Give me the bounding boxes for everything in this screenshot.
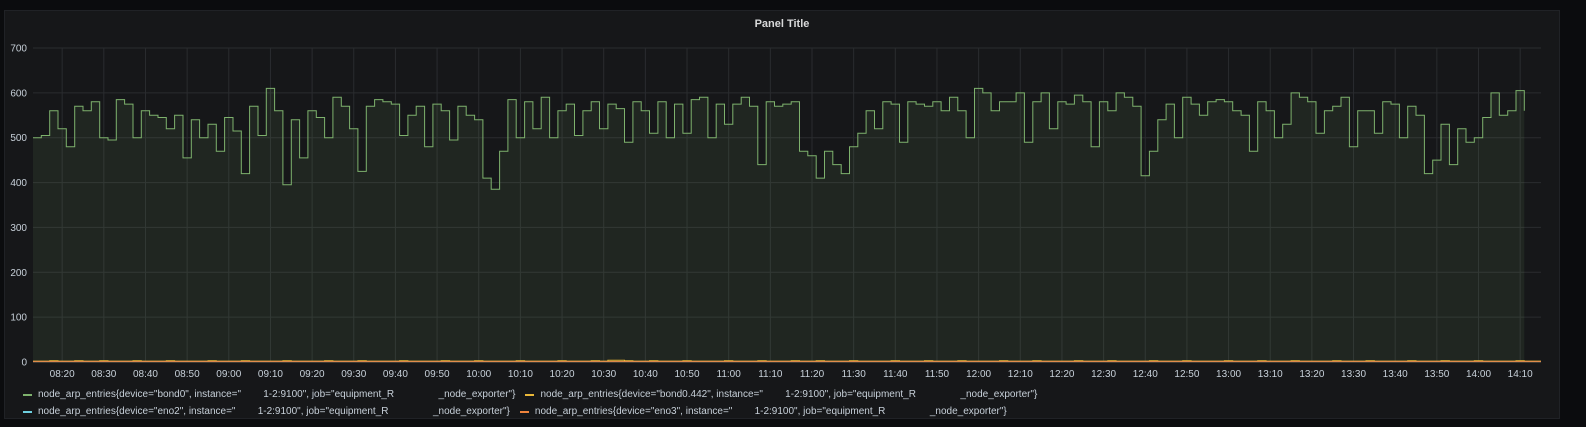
x-tick-label: 11:50 (925, 369, 950, 380)
x-tick-label: 10:30 (591, 369, 616, 380)
x-tick-label: 08:30 (91, 369, 116, 380)
x-tick-label: 10:50 (675, 369, 700, 380)
x-tick-label: 13:20 (1299, 369, 1324, 380)
x-tick-label: 14:10 (1508, 369, 1533, 380)
y-tick-label: 400 (10, 178, 27, 189)
x-tick-label: 12:20 (1049, 369, 1074, 380)
graph-panel[interactable]: Panel Title 0 100 200 300 400 500 600 700 08:20 0… (4, 10, 1560, 419)
x-tick-label: 12:50 (1174, 369, 1199, 380)
legend-item[interactable]: node_arp_entries{device="eno3", instance… (519, 403, 1007, 420)
legend-label: node_arp_entries{device="eno3", instance… (534, 406, 1007, 417)
x-tick-label: 12:00 (966, 369, 991, 380)
legend-swatch (23, 410, 32, 413)
x-tick-label: 09:20 (300, 369, 325, 380)
y-tick-label: 0 (21, 358, 27, 369)
x-tick-label: 10:20 (550, 369, 575, 380)
x-tick-label: 10:10 (508, 369, 533, 380)
legend-swatch (525, 393, 535, 396)
x-tick-label: 13:00 (1216, 369, 1241, 380)
x-tick-label: 08:40 (133, 369, 158, 380)
x-tick-label: 12:40 (1133, 369, 1158, 380)
x-tick-label: 09:10 (258, 369, 283, 380)
y-tick-label: 600 (10, 88, 27, 99)
x-tick-label: 09:00 (216, 369, 241, 380)
x-tick-label: 11:30 (842, 369, 867, 380)
x-tick-label: 10:40 (633, 369, 658, 380)
x-tick-label: 13:10 (1258, 369, 1283, 380)
x-tick-label: 13:40 (1383, 369, 1408, 380)
series-area-0 (33, 88, 1525, 363)
y-tick-label: 300 (10, 223, 27, 234)
x-tick-label: 10:00 (466, 369, 491, 380)
legend-label: node_arp_entries{device="bond0.442", ins… (540, 389, 1038, 400)
chart-legend: node_arp_entries{device="bond0", instanc… (23, 386, 1543, 420)
y-tick-label: 200 (10, 268, 27, 279)
x-tick-label: 08:50 (175, 369, 200, 380)
y-tick-label: 700 (10, 44, 27, 55)
x-tick-label: 12:30 (1091, 369, 1116, 380)
x-tick-label: 11:20 (800, 369, 825, 380)
x-tick-label: 13:50 (1424, 369, 1449, 380)
legend-item[interactable]: node_arp_entries{device="bond0.442", ins… (525, 386, 1037, 403)
legend-swatch (23, 393, 32, 396)
legend-swatch (519, 410, 529, 413)
legend-item[interactable]: node_arp_entries{device="bond0", instanc… (23, 386, 515, 403)
chart-plot[interactable]: 0 100 200 300 400 500 600 700 08:20 08:30 08:40 08:… (5, 11, 1561, 420)
x-tick-label: 11:00 (717, 369, 742, 380)
x-tick-label: 09:40 (383, 369, 408, 380)
x-tick-label: 09:50 (425, 369, 450, 380)
y-tick-label: 500 (10, 133, 27, 144)
x-tick-label: 11:40 (883, 369, 908, 380)
x-tick-label: 08:20 (50, 369, 75, 380)
legend-label: node_arp_entries{device="eno2", instance… (38, 406, 510, 417)
x-tick-label: 09:30 (341, 369, 366, 380)
y-tick-label: 100 (10, 313, 27, 324)
x-tick-label: 11:10 (758, 369, 783, 380)
legend-item[interactable]: node_arp_entries{device="eno2", instance… (23, 403, 510, 420)
x-tick-label: 12:10 (1008, 369, 1033, 380)
x-tick-label: 13:30 (1341, 369, 1366, 380)
x-tick-label: 14:00 (1466, 369, 1491, 380)
legend-label: node_arp_entries{device="bond0", instanc… (38, 389, 516, 400)
series-layer (33, 87, 1541, 363)
